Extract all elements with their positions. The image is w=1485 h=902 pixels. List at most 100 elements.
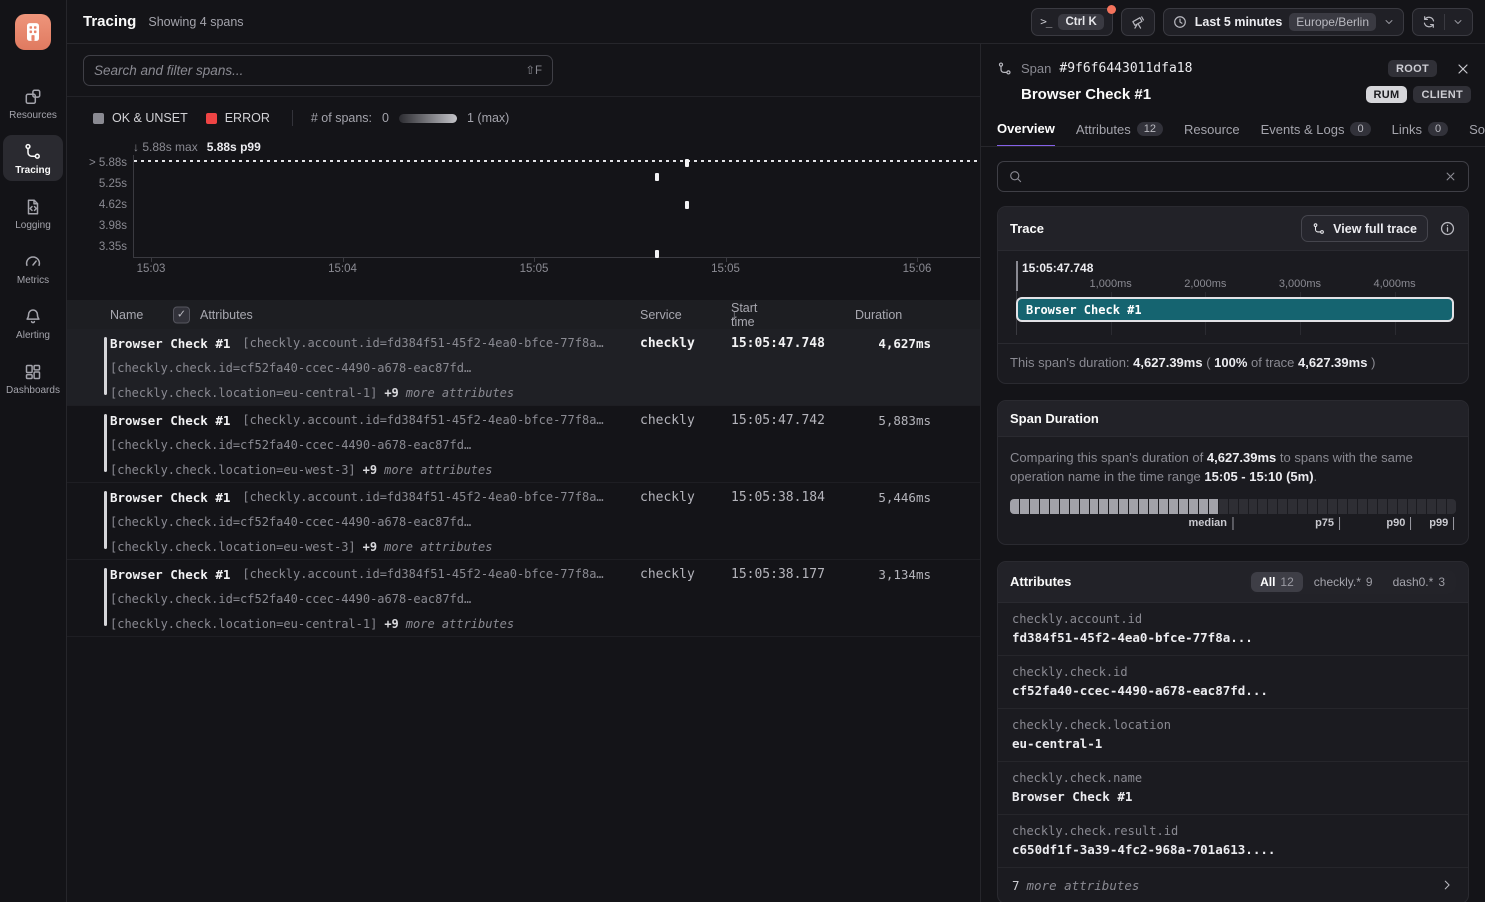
- filter-chip-checkly[interactable]: checkly.*9: [1305, 572, 1382, 592]
- duration-cell: 4,627ms: [811, 336, 931, 351]
- legend-error[interactable]: ERROR: [206, 111, 270, 125]
- percentile-marker-p75: p75: [1315, 517, 1340, 530]
- sidebar-item-dashboards[interactable]: Dashboards: [3, 355, 63, 401]
- metrics-icon: [23, 252, 43, 272]
- histogram-segment: [1209, 499, 1218, 514]
- info-icon[interactable]: [1439, 220, 1456, 237]
- span-data-point[interactable]: [655, 250, 659, 258]
- span-data-point[interactable]: [685, 201, 689, 209]
- legend-ok[interactable]: OK & UNSET: [93, 111, 188, 125]
- span-name: Browser Check #1: [110, 490, 230, 505]
- span-data-point[interactable]: [685, 159, 689, 167]
- histogram-segment: [1318, 499, 1327, 514]
- row-line-3: [checkly.check.location=eu-west-3]+9more…: [110, 463, 492, 477]
- timeline-tick-label: 2,000ms: [1184, 278, 1226, 290]
- app-logo[interactable]: [15, 14, 51, 50]
- table-row[interactable]: Browser Check #1[checkly.account.id=fd38…: [67, 560, 980, 637]
- view-full-trace-button[interactable]: View full trace: [1301, 215, 1428, 242]
- tab-sour[interactable]: Sour: [1469, 121, 1485, 146]
- span-attribute: [checkly.check.location=eu-central-1]: [110, 617, 377, 631]
- x-tick-label: 15:05: [520, 263, 549, 275]
- duration-cell: 5,446ms: [811, 490, 931, 505]
- command-palette-button[interactable]: >_ Ctrl K: [1031, 8, 1113, 36]
- tab-label: Attributes: [1076, 122, 1131, 137]
- time-range-picker[interactable]: Last 5 minutes Europe/Berlin: [1163, 8, 1404, 36]
- span-name: Browser Check #1: [110, 413, 230, 428]
- more-attributes-count: +9: [363, 540, 377, 554]
- trace-timeline: 15:05:47.748 Browser Check #1 1,000ms2,0…: [1010, 261, 1456, 341]
- tab-overview[interactable]: Overview: [997, 121, 1055, 147]
- x-tick-mark: [534, 258, 535, 262]
- sidebar-item-label: Resources: [9, 110, 57, 121]
- search-icon: [1008, 169, 1023, 184]
- x-tick-label: 15:03: [137, 263, 166, 275]
- chevron-down-icon[interactable]: [1452, 16, 1464, 28]
- percentile-marker-p90: p90: [1386, 517, 1411, 530]
- chevron-right-icon: [1440, 878, 1454, 892]
- duration-scatter-plot[interactable]: [133, 155, 980, 258]
- close-icon[interactable]: [1455, 61, 1471, 77]
- sidebar-item-alerting[interactable]: Alerting: [3, 300, 63, 346]
- error-swatch: [206, 113, 217, 124]
- span-bar[interactable]: Browser Check #1: [1016, 297, 1454, 322]
- chart-legend: OK & UNSET ERROR # of spans: 0 1 (max): [93, 110, 509, 126]
- refresh-icon[interactable]: [1421, 14, 1437, 30]
- filter-chip-all[interactable]: All12: [1251, 572, 1303, 592]
- tab-events-logs[interactable]: Events & Logs0: [1261, 121, 1371, 146]
- column-name: Name: [110, 308, 143, 322]
- attribute-row[interactable]: checkly.check.result.idc650df1f-3a39-4fc…: [998, 815, 1468, 868]
- attribute-value: eu-central-1: [1012, 736, 1454, 751]
- table-row[interactable]: Browser Check #1[checkly.account.id=fd38…: [67, 406, 980, 483]
- sidebar-item-logging[interactable]: Logging: [3, 190, 63, 236]
- row-line-3: [checkly.check.location=eu-central-1]+9m…: [110, 386, 514, 400]
- histogram-segment: [1239, 499, 1248, 514]
- tab-links[interactable]: Links0: [1392, 121, 1448, 146]
- tab-resource[interactable]: Resource: [1184, 121, 1240, 146]
- histogram-segment: [1219, 499, 1228, 514]
- y-tick-label: 4.62s: [69, 199, 127, 211]
- tab-attributes[interactable]: Attributes12: [1076, 121, 1163, 146]
- attribute-value: cf52fa40-ccec-4490-a678-eac87fd...: [1012, 683, 1454, 698]
- attribute-row[interactable]: checkly.check.nameBrowser Check #1: [998, 762, 1468, 815]
- span-data-point[interactable]: [655, 173, 659, 181]
- span-status-bar: [104, 337, 107, 395]
- histogram-segment: [1159, 499, 1168, 514]
- span-search-box[interactable]: ⇧F: [83, 55, 553, 86]
- explore-button[interactable]: [1121, 8, 1155, 36]
- sidebar-item-tracing[interactable]: Tracing: [3, 135, 63, 181]
- attribute-row[interactable]: checkly.account.idfd384f51-45f2-4ea0-bfc…: [998, 603, 1468, 656]
- row-line-3: [checkly.check.location=eu-central-1]+9m…: [110, 617, 514, 631]
- sidebar-item-metrics[interactable]: Metrics: [3, 245, 63, 291]
- more-attributes-row[interactable]: 7 more attributes: [998, 868, 1468, 902]
- legend-ok-label: OK & UNSET: [112, 111, 188, 125]
- topbar: Tracing Showing 4 spans >_ Ctrl K Last 5…: [67, 0, 1485, 44]
- histogram-segment: [1437, 499, 1446, 514]
- time-range-label: Last 5 minutes: [1195, 15, 1283, 29]
- table-row[interactable]: Browser Check #1[checkly.account.id=fd38…: [67, 329, 980, 406]
- row-line-3: [checkly.check.location=eu-west-3]+9more…: [110, 540, 492, 554]
- sidebar-item-resources[interactable]: Resources: [3, 80, 63, 126]
- panel-search-input[interactable]: [1031, 169, 1435, 184]
- panel-search-box[interactable]: [997, 161, 1469, 192]
- logging-icon: [23, 197, 43, 217]
- filter-chip-dash0[interactable]: dash0.*3: [1384, 572, 1454, 592]
- attributes-checkbox[interactable]: [173, 306, 190, 323]
- histogram-segment: [1338, 499, 1347, 514]
- span-name: Browser Check #1: [110, 336, 230, 351]
- main-content: ⇧F OK & UNSET ERROR # of spans: 0 1 (max…: [67, 44, 980, 902]
- sidebar-nav: Resources Tracing Logging Metrics Alerting Da…: [3, 80, 63, 401]
- attribute-row[interactable]: checkly.check.locationeu-central-1: [998, 709, 1468, 762]
- refresh-button-group[interactable]: [1412, 8, 1473, 36]
- span-status-bar: [104, 491, 107, 549]
- tab-label: Links: [1392, 122, 1422, 137]
- histogram-segment: [1080, 499, 1089, 514]
- span-search-input[interactable]: [94, 63, 525, 78]
- histogram-segment: [1258, 499, 1267, 514]
- legend-error-label: ERROR: [225, 111, 270, 125]
- clear-search-icon[interactable]: [1443, 169, 1458, 184]
- percentile-marker-p99: p99: [1429, 517, 1454, 530]
- table-row[interactable]: Browser Check #1[checkly.account.id=fd38…: [67, 483, 980, 560]
- duration-cell: 5,883ms: [811, 413, 931, 428]
- column-attributes: Attributes: [200, 308, 253, 322]
- attribute-row[interactable]: checkly.check.idcf52fa40-ccec-4490-a678-…: [998, 656, 1468, 709]
